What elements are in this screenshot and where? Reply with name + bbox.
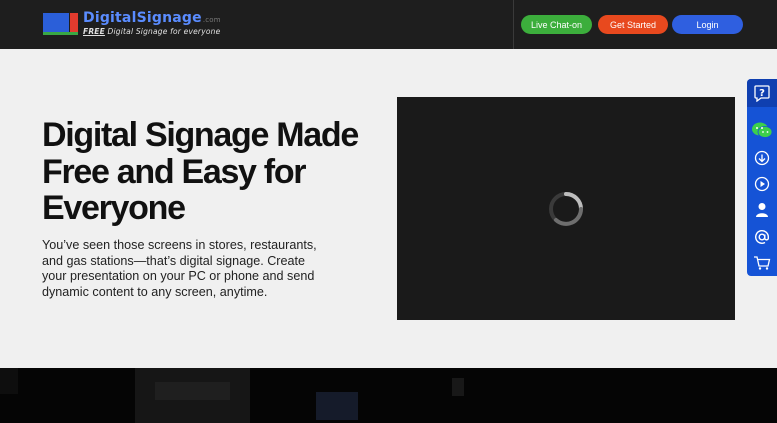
logo-tagline: FREE Digital Signage for everyone <box>83 27 220 36</box>
play-icon[interactable] <box>747 171 777 197</box>
feature-thumbnail <box>452 378 464 396</box>
feature-thumbnail <box>155 382 230 400</box>
hero-description: You’ve seen those screens in stores, res… <box>42 238 317 299</box>
video-player[interactable] <box>397 97 735 320</box>
logo-mark-icon <box>43 13 78 35</box>
header-divider <box>513 0 514 49</box>
logo-tagline-free: FREE <box>83 27 105 36</box>
logo-title: DigitalSignage.com <box>83 10 221 26</box>
get-started-button[interactable]: Get Started <box>598 15 668 34</box>
user-icon[interactable] <box>747 197 777 223</box>
logo-suffix: .com <box>202 16 221 24</box>
wechat-icon[interactable] <box>747 117 777 143</box>
download-icon[interactable] <box>747 145 777 171</box>
hero-section: Digital Signage Made Free and Easy for E… <box>0 49 777 368</box>
email-icon[interactable] <box>747 224 777 250</box>
feature-thumbnail <box>316 392 358 420</box>
help-icon[interactable]: ? <box>747 79 777 107</box>
cart-icon[interactable] <box>747 250 777 276</box>
side-toolbar: ? <box>747 79 777 276</box>
site-logo[interactable]: DigitalSignage.com FREE Digital Signage … <box>43 10 223 38</box>
loading-spinner-icon <box>549 192 583 226</box>
login-button[interactable]: Login <box>672 15 743 34</box>
features-strip <box>0 368 777 423</box>
logo-tagline-rest: Digital Signage for everyone <box>104 27 221 36</box>
svg-text:?: ? <box>759 88 765 99</box>
live-chat-button[interactable]: Live Chat-on <box>521 15 592 34</box>
site-header: DigitalSignage.com FREE Digital Signage … <box>0 0 777 49</box>
feature-thumbnail <box>0 368 18 394</box>
hero-title: Digital Signage Made Free and Easy for E… <box>42 116 359 227</box>
